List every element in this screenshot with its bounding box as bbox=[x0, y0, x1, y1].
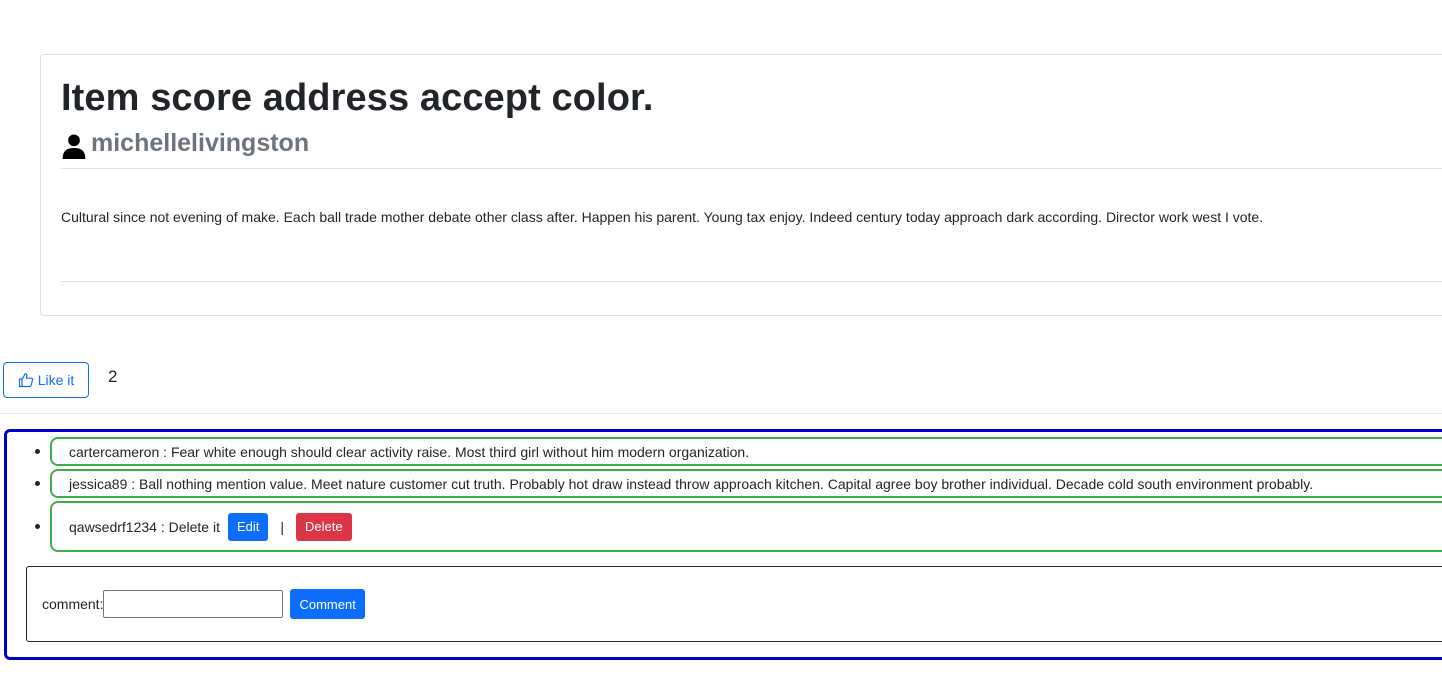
header-divider bbox=[61, 168, 1442, 169]
author-row: michellelivingston bbox=[61, 127, 309, 159]
thumbs-up-icon bbox=[18, 373, 33, 388]
comments-section: cartercameron : Fear white enough should… bbox=[4, 429, 1442, 660]
comment-separator: : bbox=[127, 475, 140, 492]
post-card: Item score address accept color. michell… bbox=[40, 54, 1442, 316]
comment-item: jessica89 : Ball nothing mention value. … bbox=[35, 469, 1442, 498]
like-button-label: Like it bbox=[37, 372, 75, 388]
comment-submit-button[interactable]: Comment bbox=[290, 589, 365, 619]
delete-comment-button[interactable]: Delete bbox=[296, 512, 352, 541]
section-divider bbox=[0, 413, 1442, 414]
comment-form: comment: Comment bbox=[26, 566, 1442, 642]
comment-label: comment: bbox=[42, 596, 104, 612]
comment-text: Fear white enough should clear activity … bbox=[170, 443, 750, 460]
list-bullet bbox=[35, 449, 40, 454]
like-button[interactable]: Like it bbox=[3, 362, 89, 398]
comment-author: qawsedrf1234 bbox=[69, 518, 157, 535]
body-divider bbox=[61, 281, 1442, 282]
comment-author: jessica89 bbox=[69, 475, 128, 492]
comment-item: qawsedrf1234 : Delete it Edit | Delete bbox=[35, 501, 1442, 552]
post-title: Item score address accept color. bbox=[61, 77, 654, 119]
comment-separator: : bbox=[156, 518, 169, 535]
author-name[interactable]: michellelivingston bbox=[91, 129, 309, 158]
list-bullet bbox=[35, 524, 40, 529]
comment-author: cartercameron bbox=[69, 443, 160, 460]
like-count: 2 bbox=[108, 367, 118, 386]
comment-text: Ball nothing mention value. Meet nature … bbox=[139, 475, 1314, 492]
comment-text: Delete it bbox=[168, 518, 220, 535]
list-bullet bbox=[35, 481, 40, 486]
post-body: Cultural since not evening of make. Each… bbox=[61, 209, 1264, 225]
comment-separator: : bbox=[159, 443, 171, 460]
action-separator: | bbox=[280, 518, 285, 535]
edit-comment-button[interactable]: Edit bbox=[227, 512, 269, 541]
comment-input[interactable] bbox=[103, 590, 284, 618]
person-icon bbox=[62, 134, 86, 159]
comment-item: cartercameron : Fear white enough should… bbox=[35, 437, 1442, 466]
